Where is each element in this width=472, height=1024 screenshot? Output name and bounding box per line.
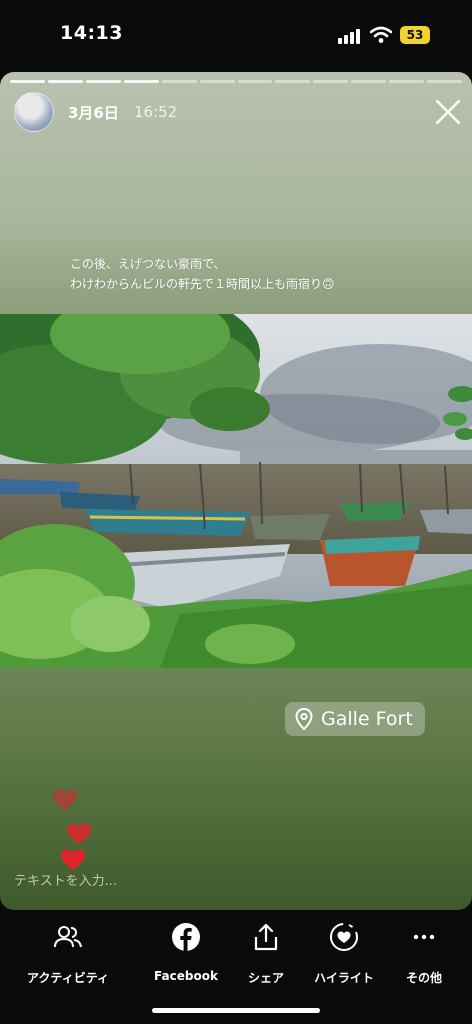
people-icon <box>54 926 82 948</box>
message-input[interactable]: テキストを入力... <box>14 870 117 889</box>
share-button[interactable]: シェア <box>240 922 292 986</box>
story-date: 3月6日 <box>68 104 119 122</box>
story-caption: この後、えげつない豪雨で、 わけわからんビルの軒先で１時間以上も雨宿り🙃 <box>70 254 430 294</box>
location-label: Galle Fort <box>321 708 413 730</box>
story-photo <box>0 314 472 668</box>
progress-segment <box>351 80 387 83</box>
location-pin-icon <box>295 708 313 730</box>
reaction-hearts <box>50 788 100 878</box>
heart-icon <box>61 849 85 870</box>
progress-segment <box>85 80 121 83</box>
progress-segment <box>237 80 273 83</box>
highlight-icon <box>330 923 358 951</box>
activity-label: アクティビティ <box>27 971 109 985</box>
home-indicator[interactable] <box>152 1008 320 1013</box>
progress-segment <box>313 80 349 83</box>
facebook-label: Facebook <box>154 969 218 983</box>
progress-segment <box>47 80 83 83</box>
share-icon <box>254 923 278 951</box>
wifi-icon <box>370 26 392 43</box>
facebook-icon <box>172 923 200 951</box>
activity-button[interactable]: アクティビティ <box>22 922 114 986</box>
story-viewer[interactable]: 3月6日 16:52 この後、えげつない豪雨で、 わけわからんビルの軒先で１時間… <box>0 72 472 910</box>
story-progress-bar <box>10 80 463 83</box>
caption-line: わけわからんビルの軒先で１時間以上も雨宿り🙃 <box>70 277 335 291</box>
heart-icon <box>53 789 77 810</box>
highlight-button[interactable]: ハイライト <box>306 922 382 986</box>
progress-segment <box>123 80 159 83</box>
highlight-label: ハイライト <box>314 971 374 985</box>
share-label: シェア <box>247 971 284 985</box>
more-button[interactable]: その他 <box>396 922 452 986</box>
progress-segment <box>275 80 311 83</box>
progress-segment <box>389 80 425 83</box>
heart-icon <box>67 823 91 844</box>
progress-segment <box>199 80 235 83</box>
cellular-signal-icon <box>338 28 362 44</box>
avatar[interactable] <box>14 92 54 132</box>
progress-segment <box>161 80 197 83</box>
close-icon[interactable] <box>434 98 462 126</box>
more-icon <box>413 934 435 940</box>
story-time: 16:52 <box>134 103 178 121</box>
progress-segment <box>10 80 45 83</box>
bottom-action-bar: アクティビティ Facebook シェア ハイライト その他 <box>0 910 472 1024</box>
more-label: その他 <box>405 971 442 985</box>
status-bar: 14:13 53 <box>0 0 472 70</box>
caption-line: この後、えげつない豪雨で、 <box>70 257 226 271</box>
location-sticker[interactable]: Galle Fort <box>285 702 425 736</box>
progress-segment <box>427 80 463 83</box>
status-time: 14:13 <box>60 22 123 44</box>
battery-indicator: 53 <box>400 26 430 44</box>
facebook-button[interactable]: Facebook <box>150 922 222 983</box>
